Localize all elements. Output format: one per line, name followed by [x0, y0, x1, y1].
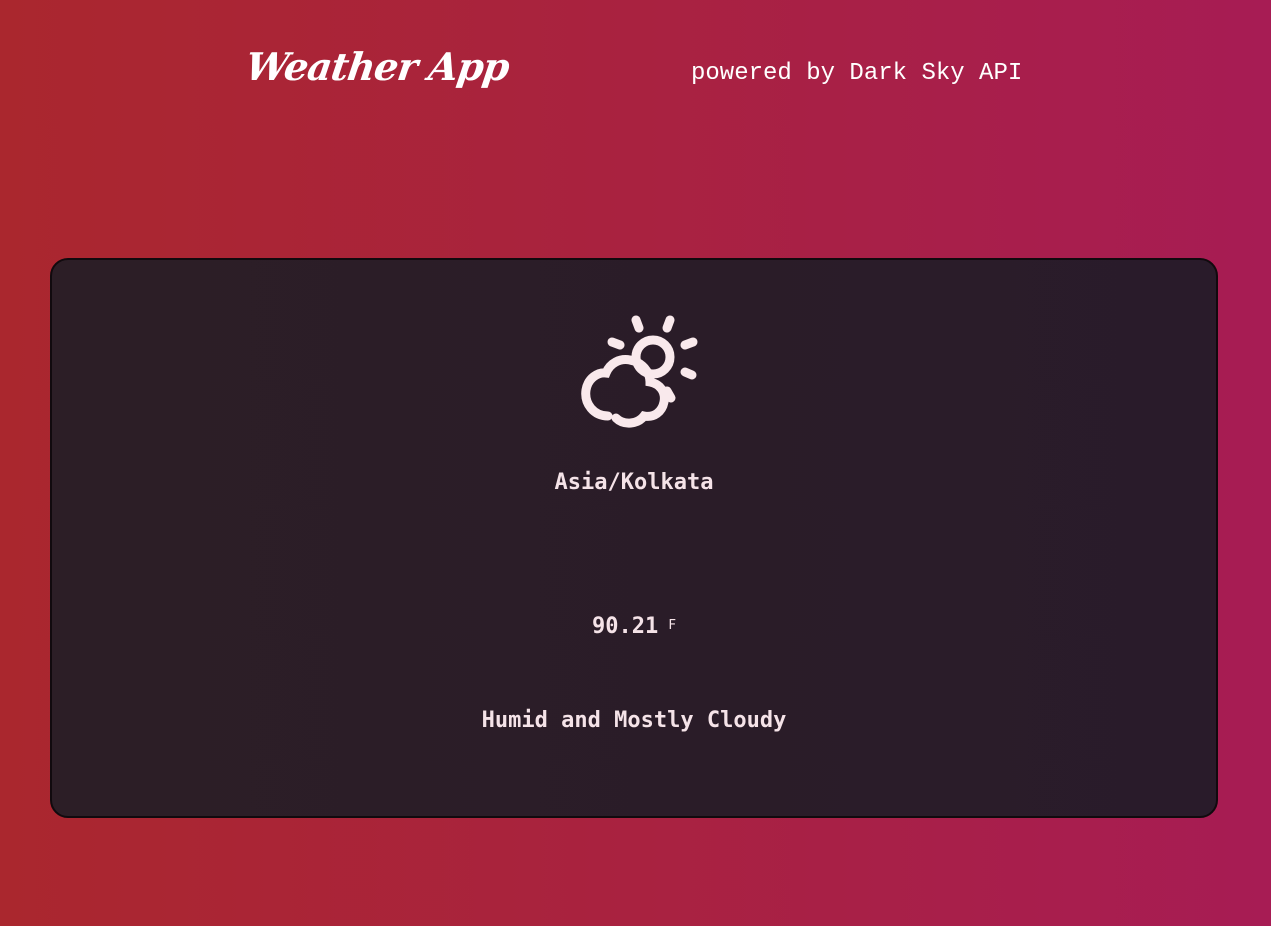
powered-by-label: powered by Dark Sky API — [691, 60, 1023, 87]
weather-summary: Humid and Mostly Cloudy — [481, 708, 787, 733]
temperature-value: 90.21 — [591, 614, 659, 639]
app-logo-title: Weather App — [242, 44, 512, 89]
temperature-unit: F — [668, 618, 677, 633]
partly-cloudy-day-icon — [581, 315, 698, 428]
temperature-display: 90.21 F — [52, 614, 1216, 639]
weather-card: Asia/Kolkata 90.21 F Humid and Mostly Clo… — [50, 258, 1218, 818]
timezone-label: Asia/Kolkata — [554, 470, 714, 495]
